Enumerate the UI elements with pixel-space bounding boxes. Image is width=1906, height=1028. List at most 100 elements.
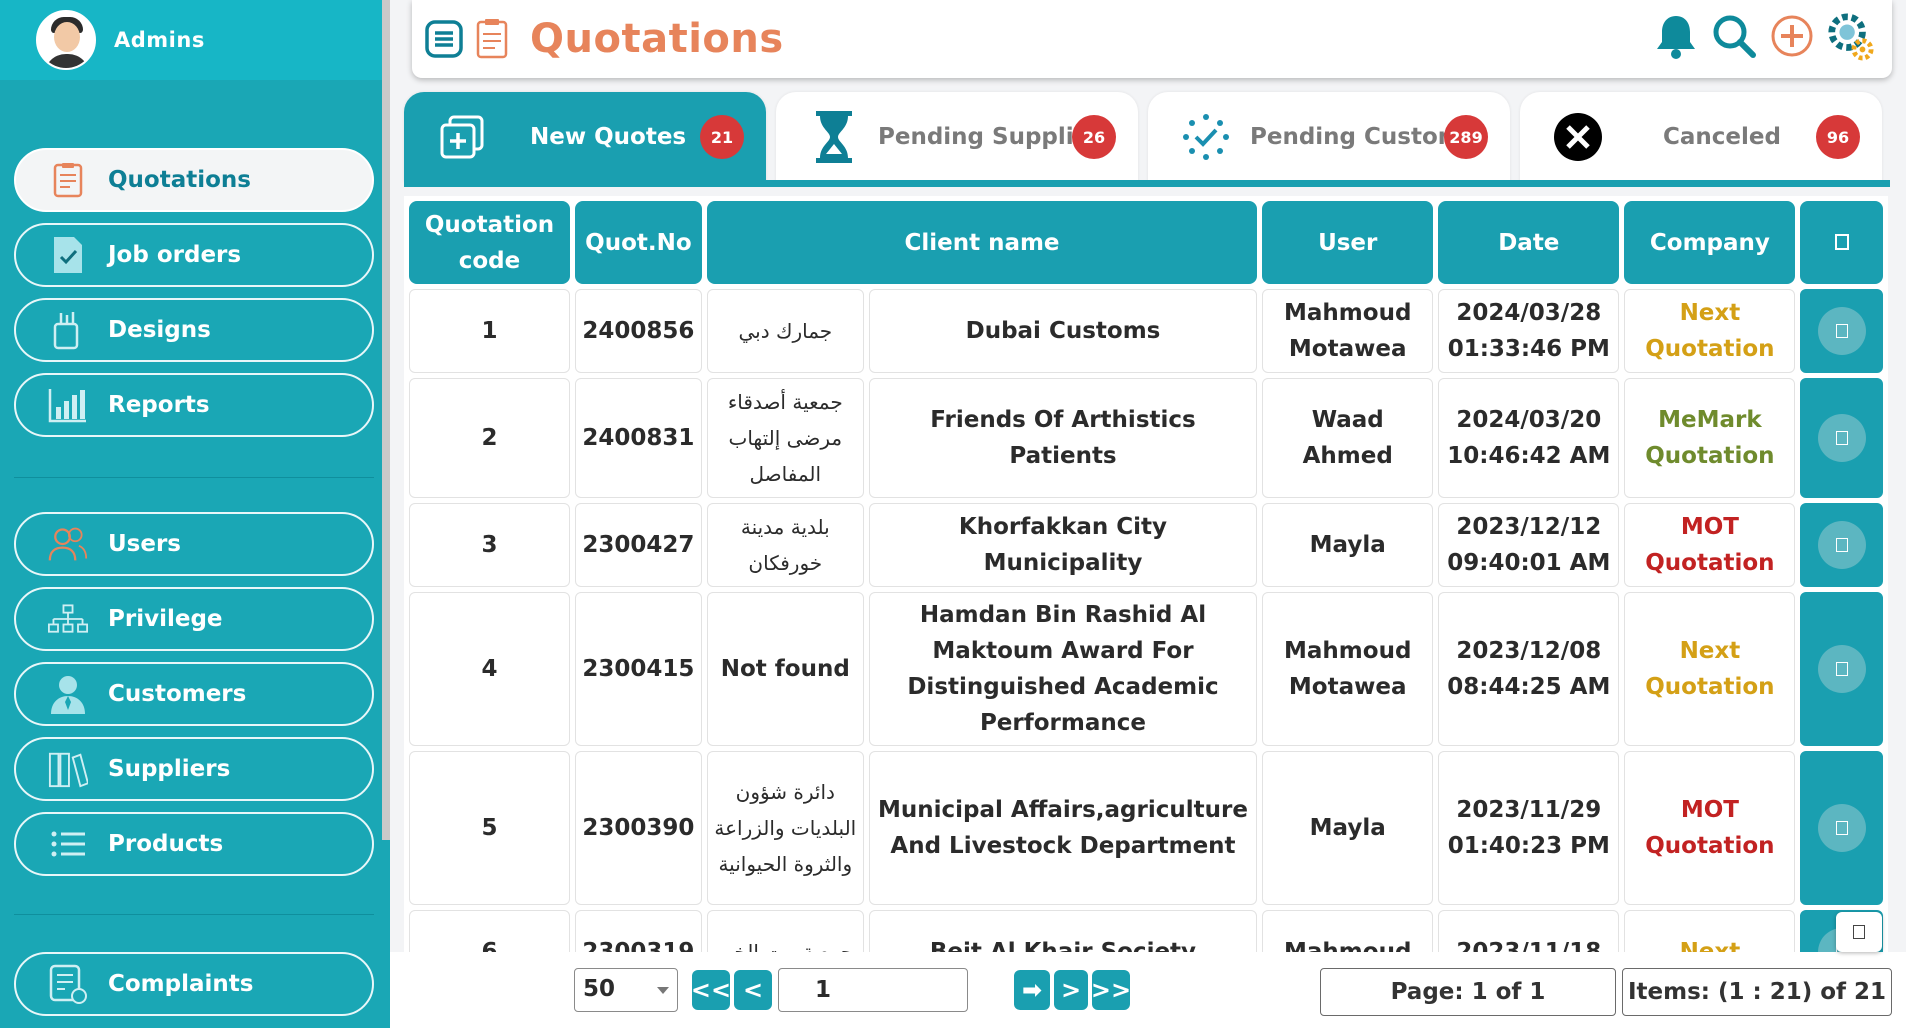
settings-gear-icon[interactable] — [1826, 10, 1874, 62]
row-action-button[interactable] — [1817, 307, 1866, 355]
count-badge: 21 — [700, 115, 744, 159]
sidebar-item-label: Job orders — [108, 242, 242, 268]
sidebar-item-customers[interactable]: Customers — [14, 662, 374, 726]
count-badge: 26 — [1072, 115, 1116, 159]
sidebar-item-designs[interactable]: Designs — [14, 298, 374, 362]
cell-user: Waad Ahmed — [1262, 378, 1434, 498]
hierarchy-icon — [48, 599, 88, 639]
add-icon[interactable] — [1768, 10, 1816, 62]
avatar — [36, 10, 96, 70]
cell-date: 2023/12/08 08:44:25 AM — [1438, 592, 1620, 746]
col-header-client-name[interactable]: Client name — [706, 201, 1258, 284]
first-page-button[interactable]: << — [691, 970, 731, 1010]
cell-actions — [1800, 503, 1883, 587]
sidebar-item-label: Privilege — [108, 606, 223, 632]
table-row[interactable]: 1 2400856 جمارك دبي Dubai Customs Mahmou… — [409, 289, 1883, 373]
last-page-button[interactable]: >> — [1091, 970, 1131, 1010]
bar-chart-icon — [48, 385, 88, 425]
cell-actions — [1800, 289, 1883, 373]
table-row[interactable]: 2 2400831 جمعية أصدقاء مرضى إلتهاب المفا… — [409, 378, 1883, 498]
sidebar-item-quotations[interactable]: Quotations — [14, 148, 374, 212]
page-size-value: 50 — [583, 976, 616, 1002]
sidebar-item-products[interactable]: Products — [14, 812, 374, 876]
table-row[interactable]: 5 2300390 دائرة شؤون البلديات والزراعة و… — [409, 751, 1883, 905]
next-page-button[interactable]: > — [1054, 970, 1088, 1010]
table-row[interactable]: 3 2300427 بلدية مدينة خورفكان Khorfakkan… — [409, 503, 1883, 587]
sidebar-item-suppliers[interactable]: Suppliers — [14, 737, 374, 801]
cell-client-ar: دائرة شؤون البلديات والزراعة والثروة الح… — [706, 751, 864, 905]
tab-canceled[interactable]: Canceled 96 — [1520, 92, 1882, 182]
row-action-button[interactable] — [1817, 414, 1866, 462]
sidebar-item-users[interactable]: Users — [14, 512, 374, 576]
cell-date: 2024/03/20 10:46:42 AM — [1438, 378, 1620, 498]
col-header-actions[interactable] — [1800, 201, 1883, 284]
sidebar-scrollbar[interactable] — [382, 0, 390, 840]
users-icon — [48, 524, 88, 564]
cell-company: MeMark Quotation — [1624, 378, 1796, 498]
sidebar-item-label: Suppliers — [108, 756, 231, 782]
cell-quot-no: 2300427 — [575, 503, 702, 587]
tab-new-quotes[interactable]: New Quotes 21 — [404, 92, 766, 182]
page-number-input[interactable]: 1 — [778, 968, 968, 1012]
cell-code: 6 — [409, 910, 570, 954]
tab-label: Canceled — [1663, 124, 1781, 150]
user-profile[interactable]: Admins — [0, 0, 390, 80]
count-badge: 96 — [1816, 115, 1860, 159]
page-size-select[interactable]: 50 — [574, 968, 678, 1012]
bell-icon[interactable] — [1652, 10, 1700, 62]
cell-quot-no: 2400831 — [575, 378, 702, 498]
nav-group-admin: Users Privilege Customers Suppliers Prod… — [14, 512, 374, 887]
nav-divider — [14, 914, 374, 915]
cell-client-ar: Not found — [706, 592, 864, 746]
col-header-date[interactable]: Date — [1438, 201, 1620, 284]
row-action-button[interactable] — [1817, 521, 1866, 569]
table-header-row: Quotation code Quot.No Client name User … — [409, 201, 1883, 284]
cell-actions — [1800, 592, 1883, 746]
nav-divider — [14, 477, 374, 478]
cell-company: Next — [1624, 910, 1796, 954]
sidebar-item-job-orders[interactable]: Job orders — [14, 223, 374, 287]
complaint-form-icon — [48, 964, 88, 1004]
cancel-x-icon — [1548, 107, 1608, 167]
cell-company: MOT Quotation — [1624, 751, 1796, 905]
select-all-icon — [1834, 233, 1849, 250]
tab-label: Pending Supplier — [878, 124, 1088, 150]
page-info: Page: 1 of 1 — [1320, 968, 1616, 1016]
menu-toggle-icon[interactable] — [422, 17, 466, 61]
col-header-quot-no[interactable]: Quot.No — [575, 201, 702, 284]
sidebar-item-reports[interactable]: Reports — [14, 373, 374, 437]
tab-pending-supplier[interactable]: Pending Supplier 26 — [776, 92, 1138, 182]
row-action-button[interactable] — [1817, 645, 1866, 693]
square-icon — [1853, 925, 1865, 939]
cell-quot-no: 2300390 — [575, 751, 702, 905]
cell-date: 2023/11/18 — [1438, 910, 1620, 954]
search-icon[interactable] — [1710, 10, 1758, 62]
pagination-bar: 50 << < 1 ➡ > >> Page: 1 of 1 Items: (1 … — [390, 912, 1906, 1028]
table-row[interactable]: 4 2300415 Not found Hamdan Bin Rashid Al… — [409, 592, 1883, 746]
cell-client-ar: بلدية مدينة خورفكان — [706, 503, 864, 587]
col-header-user[interactable]: User — [1262, 201, 1434, 284]
cell-date: 2023/12/12 09:40:01 AM — [1438, 503, 1620, 587]
row-action-button[interactable] — [1817, 804, 1866, 852]
go-page-button[interactable]: ➡ — [1014, 970, 1050, 1010]
tab-underline — [404, 180, 1890, 187]
count-badge: 289 — [1444, 115, 1488, 159]
cell-company: Next Quotation — [1624, 289, 1796, 373]
sidebar-item-complaints[interactable]: Complaints — [14, 952, 374, 1016]
prev-page-button[interactable]: < — [734, 970, 772, 1010]
quotations-table[interactable]: Quotation code Quot.No Client name User … — [404, 196, 1888, 954]
floating-action-button[interactable] — [1836, 912, 1882, 952]
sidebar-item-label: Customers — [108, 681, 247, 707]
cell-client-en: Khorfakkan City Municipality — [868, 503, 1258, 587]
col-header-company[interactable]: Company — [1624, 201, 1796, 284]
sidebar-item-label: Users — [108, 531, 181, 557]
col-header-quotation-code[interactable]: Quotation code — [409, 201, 570, 284]
cell-quot-no: 2300415 — [575, 592, 702, 746]
cell-client-ar: جمارك دبي — [706, 289, 864, 373]
quotation-doc-icon — [470, 17, 514, 61]
page-title: Quotations — [530, 16, 784, 62]
sidebar-item-privilege[interactable]: Privilege — [14, 587, 374, 651]
table-row[interactable]: 6 2300319 جمعية بيت الخير Beit Al Khair … — [409, 910, 1883, 954]
tab-pending-customer[interactable]: Pending Customer 289 — [1148, 92, 1510, 182]
cell-code: 5 — [409, 751, 570, 905]
